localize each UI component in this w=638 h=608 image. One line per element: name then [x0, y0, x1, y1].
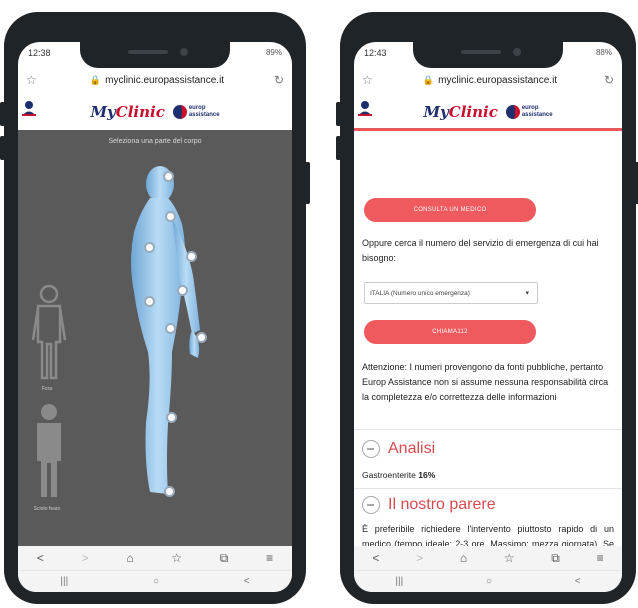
site-header: MyClinic europ assistance [354, 96, 622, 128]
parere-header[interactable]: Il nostro parere [362, 496, 496, 514]
bookmark-star-icon[interactable]: ☆ [362, 73, 382, 87]
body-point-neck[interactable] [165, 211, 176, 222]
body-point-head[interactable] [163, 171, 174, 182]
body-point-shoulder[interactable] [186, 251, 197, 262]
body-map[interactable]: Seleziona una parte del corpo Fora Sciot… [18, 130, 292, 546]
system-home-icon[interactable]: ○ [153, 576, 159, 587]
body-map-hint: Seleziona una parte del corpo [108, 138, 202, 145]
reload-icon[interactable]: ↻ [268, 73, 284, 87]
europ-assistance-logo: europ assistance [172, 105, 220, 119]
body-point-foot[interactable] [164, 486, 175, 497]
home-icon[interactable]: ⌂ [126, 551, 133, 565]
header-accent-line [354, 128, 622, 131]
menu-icon[interactable]: ≡ [266, 551, 273, 565]
status-battery: 89% [265, 48, 282, 57]
myclinic-logo: MyClinic [90, 103, 165, 121]
back-icon[interactable]: < [37, 551, 44, 565]
back-icon[interactable]: < [372, 551, 379, 565]
analisi-value: 16% [418, 470, 436, 480]
analisi-header[interactable]: Analisi [362, 440, 435, 458]
parere-text: È preferibile richiedere l'intervento pi… [362, 524, 614, 546]
page-content: CONSULTA UN MEDICO Oppure cerca il numer… [354, 132, 622, 546]
right-phone: 12:43 88% ☆ 🔒 myclinic.europassistance.it… [336, 12, 638, 604]
system-back-icon[interactable]: < [244, 576, 250, 587]
bookmark-icon[interactable]: ☆ [171, 551, 182, 565]
browser-nav-bar: < > ⌂ ☆ ⧉ ≡ [354, 546, 622, 570]
lock-icon: 🔒 [89, 74, 102, 85]
body-point-arm[interactable] [177, 285, 188, 296]
forward-icon[interactable]: > [416, 551, 423, 565]
analisi-result: Gastroenterite 16% [362, 468, 614, 483]
status-time: 12:43 [364, 48, 387, 58]
emergency-select-value: ITALIA (Numero unico emergenza) [370, 289, 470, 297]
system-home-icon[interactable]: ○ [486, 576, 492, 587]
home-icon[interactable]: ⌂ [460, 551, 467, 565]
lock-icon: 🔒 [422, 74, 435, 85]
address-bar[interactable]: ☆ 🔒 myclinic.europassistance.it ↻ [18, 66, 292, 94]
user-icon[interactable] [22, 100, 36, 116]
browser-nav-bar: < > ⌂ ☆ ⧉ ≡ [18, 546, 292, 570]
tabs-icon[interactable]: ⧉ [551, 551, 560, 566]
status-battery: 88% [595, 48, 612, 57]
europ-assistance-logo: europ assistance [505, 105, 553, 119]
tabs-icon[interactable]: ⧉ [220, 551, 229, 566]
front-view-label: Fora [41, 386, 53, 392]
recent-apps-icon[interactable]: ||| [395, 576, 403, 587]
reload-icon[interactable]: ↻ [598, 73, 614, 87]
body-point-pelvis[interactable] [165, 323, 176, 334]
body-point-abdomen[interactable] [144, 296, 155, 307]
chevron-down-icon: ▾ [525, 290, 529, 297]
forward-icon[interactable]: > [82, 551, 89, 565]
menu-icon[interactable]: ≡ [597, 551, 604, 565]
right-screen: 12:43 88% ☆ 🔒 myclinic.europassistance.it… [354, 42, 622, 592]
address-bar[interactable]: ☆ 🔒 myclinic.europassistance.it ↻ [354, 66, 622, 94]
system-nav-bar: ||| ○ < [18, 570, 292, 592]
emergency-text: Oppure cerca il numero del servizio di e… [362, 238, 599, 263]
back-view-label: Scioto fearo [33, 506, 61, 512]
analisi-label: Gastroenterite [362, 470, 416, 480]
consult-doctor-button[interactable]: CONSULTA UN MEDICO [364, 198, 536, 222]
body-point-hand[interactable] [196, 332, 207, 343]
site-header: MyClinic europ assistance [18, 96, 292, 128]
recent-apps-icon[interactable]: ||| [60, 576, 68, 587]
myclinic-logo: MyClinic [423, 103, 498, 121]
parere-title: Il nostro parere [388, 496, 496, 513]
collapse-icon[interactable] [362, 440, 380, 458]
left-screen: 12:38 89% ☆ 🔒 myclinic.europassistance.it… [18, 42, 292, 592]
front-view-icon[interactable] [30, 282, 68, 382]
body-point-chest[interactable] [144, 242, 155, 253]
system-back-icon[interactable]: < [575, 576, 581, 587]
url-text[interactable]: myclinic.europassistance.it [438, 75, 557, 86]
status-time: 12:38 [28, 48, 51, 58]
bookmark-icon[interactable]: ☆ [504, 551, 515, 565]
emergency-select[interactable]: ITALIA (Numero unico emergenza) ▾ [364, 282, 538, 304]
collapse-icon[interactable] [362, 496, 380, 514]
url-text[interactable]: myclinic.europassistance.it [105, 75, 224, 86]
user-icon[interactable] [358, 100, 372, 116]
body-point-knee[interactable] [166, 412, 177, 423]
analisi-title: Analisi [388, 440, 436, 457]
bookmark-star-icon[interactable]: ☆ [26, 73, 46, 87]
system-nav-bar: ||| ○ < [354, 570, 622, 592]
left-phone: 12:38 89% ☆ 🔒 myclinic.europassistance.it… [0, 12, 310, 604]
disclaimer-text: Attenzione: I numeri provengono da fonti… [362, 362, 609, 402]
back-view-icon[interactable] [30, 398, 68, 504]
call-112-button[interactable]: CHIAMA112 [364, 320, 536, 344]
